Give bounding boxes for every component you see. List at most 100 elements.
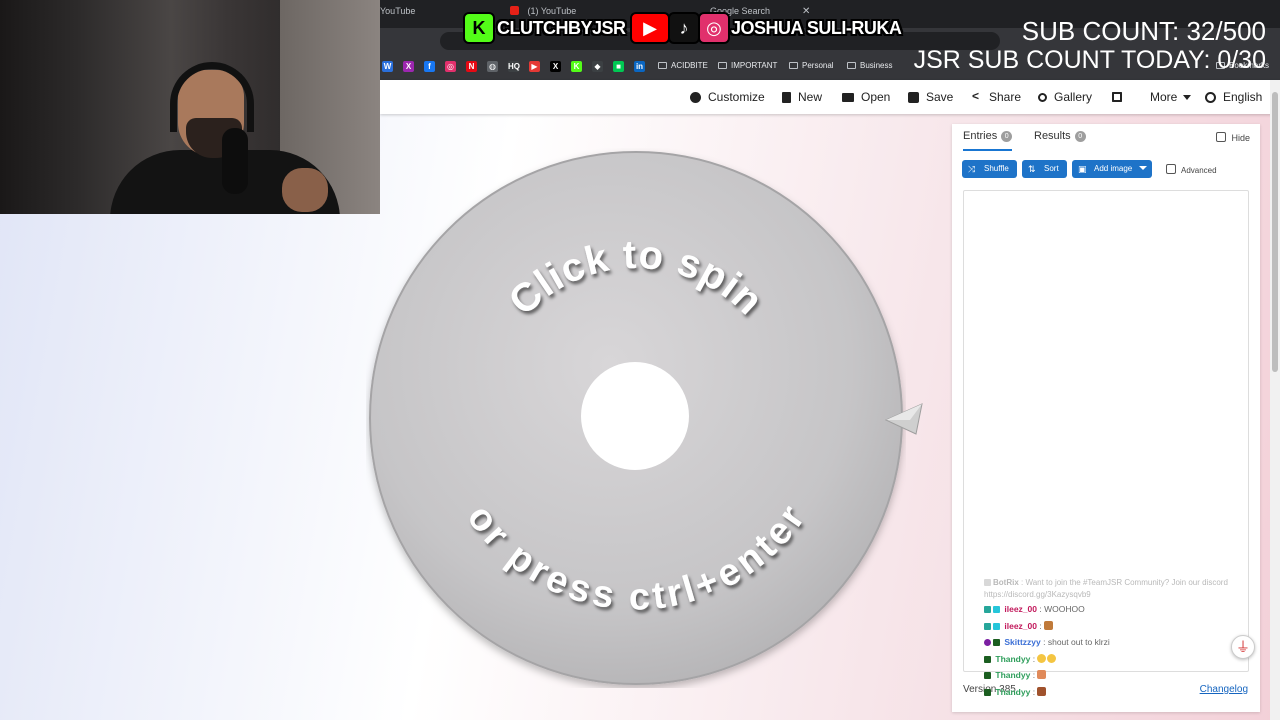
- sub-today-text: JSR SUB COUNT TODAY: 0/30: [913, 46, 1266, 74]
- sort-button[interactable]: ⇅ Sort: [1022, 160, 1067, 178]
- wheel-center-hub[interactable]: [581, 362, 689, 470]
- bookmark-folder-business[interactable]: Business: [847, 61, 892, 70]
- folder-icon: [789, 62, 798, 69]
- new-button[interactable]: New: [782, 80, 822, 114]
- add-image-label: Add image: [1094, 164, 1133, 173]
- share-label: Share: [989, 90, 1022, 104]
- green-app-icon[interactable]: ■: [613, 61, 624, 72]
- kick-x-icon[interactable]: X: [403, 61, 414, 72]
- diamond-icon[interactable]: ◆: [592, 61, 603, 72]
- palette-icon: [690, 91, 701, 103]
- folder-icon: [847, 62, 856, 69]
- chat-text: : shout out to klrzi: [1043, 637, 1110, 647]
- customize-label: Customize: [708, 90, 765, 104]
- chat-username: Skittzzyy: [1004, 637, 1041, 647]
- chat-username: ileez_00: [1004, 620, 1037, 631]
- shuffle-button[interactable]: ⤨ Shuffle: [962, 160, 1017, 178]
- language-menu[interactable]: English: [1205, 80, 1262, 114]
- chat-message: Thandyy :: [984, 667, 1280, 684]
- globe-icon: [1205, 91, 1216, 103]
- save-button[interactable]: Save: [908, 80, 953, 114]
- bookmark-label: ACIDBITE: [671, 61, 708, 70]
- new-label: New: [798, 90, 823, 104]
- netflix-icon[interactable]: N: [466, 61, 477, 72]
- kick-handle: CLUTCHBYJSR: [497, 18, 626, 38]
- emote-icon: [1037, 670, 1047, 679]
- chat-username: BotRix: [993, 578, 1019, 587]
- bot-badge-icon: [984, 579, 991, 586]
- globe-icon[interactable]: ◍: [487, 61, 498, 72]
- linkedin-icon[interactable]: in: [634, 61, 645, 72]
- scrollbar-thumb[interactable]: [1272, 92, 1278, 372]
- folder-icon: [718, 62, 727, 69]
- hq-icon[interactable]: HQ: [508, 61, 520, 72]
- tab-results[interactable]: Results 0: [1034, 130, 1086, 142]
- facebook-icon[interactable]: f: [424, 61, 435, 72]
- chat-message: Thandyy :: [984, 651, 1280, 668]
- chat-username: Thandyy: [995, 686, 1031, 697]
- gift-badge-icon: [993, 606, 1000, 613]
- tab-results-label: Results: [1034, 130, 1071, 142]
- browser-tab[interactable]: YouTube: [380, 6, 415, 22]
- x-twitter-icon[interactable]: X: [550, 61, 561, 72]
- chat-username: Thandyy: [995, 670, 1031, 680]
- search-icon: [1038, 92, 1047, 102]
- tab-label: YouTube: [380, 6, 416, 16]
- instagram-icon: ◎: [698, 12, 730, 44]
- app-toolbar: Customize New Open Save Share Gallery Mo…: [380, 80, 1280, 114]
- shield-icon: [984, 672, 991, 679]
- streamlabs-icon[interactable]: ▶: [529, 61, 540, 72]
- sub-count-text: SUB COUNT: 32/500: [1021, 16, 1266, 46]
- chat-message: ileez_00 :: [984, 618, 1280, 635]
- language-label: English: [1223, 90, 1263, 104]
- stream-chat-overlay: BotRix : Want to join the #TeamJSR Commu…: [984, 577, 1280, 720]
- tab-entries[interactable]: Entries 0: [963, 130, 1013, 151]
- chat-text: :: [1032, 686, 1036, 697]
- emote-icon: [1047, 653, 1057, 663]
- hide-label: Hide: [1231, 133, 1250, 143]
- more-menu[interactable]: More: [1150, 80, 1192, 114]
- share-icon: [971, 89, 982, 103]
- share-button[interactable]: Share: [971, 80, 1021, 114]
- save-label: Save: [926, 90, 954, 104]
- bookmark-acidbite[interactable]: ACIDBITE: [658, 61, 708, 70]
- webcam-person-hand: [282, 168, 328, 212]
- youtube-icon: ▶: [630, 12, 670, 44]
- save-icon: [908, 91, 919, 103]
- w-icon[interactable]: W: [382, 61, 393, 72]
- customize-button[interactable]: Customize: [690, 80, 765, 114]
- chat-message: BotRix : Want to join the #TeamJSR Commu…: [984, 577, 1276, 601]
- gallery-button[interactable]: Gallery: [1038, 80, 1092, 114]
- chat-text: : WOOHOO: [1039, 604, 1085, 614]
- sub-badge-icon: [984, 622, 991, 630]
- kick-icon[interactable]: K: [571, 61, 582, 72]
- close-icon[interactable]: ✕: [802, 6, 810, 17]
- chat-message: Thandyy :: [984, 684, 1280, 701]
- gift-badge-icon: [993, 622, 1000, 630]
- chat-text: :: [1039, 620, 1042, 631]
- shuffle-label: Shuffle: [984, 164, 1009, 173]
- chat-text: :: [1032, 670, 1036, 680]
- emote-icon: [1037, 653, 1047, 663]
- chat-username: Thandyy: [995, 653, 1031, 664]
- spin-wheel[interactable]: Click to spin or press ctrl+enter: [366, 148, 906, 688]
- webcam-feed: [0, 0, 380, 214]
- results-count-badge: 0: [1074, 131, 1086, 142]
- advanced-checkbox[interactable]: [1166, 164, 1176, 174]
- chat-text: :: [1032, 653, 1036, 664]
- bookmark-label: Business: [860, 61, 893, 70]
- hide-checkbox[interactable]: [1216, 132, 1227, 142]
- bookmark-folder-important[interactable]: IMPORTANT: [718, 61, 777, 70]
- advanced-toggle[interactable]: Advanced: [1166, 164, 1217, 175]
- app-icon: [658, 62, 667, 69]
- bookmark-label: Personal: [802, 61, 834, 70]
- fullscreen-button[interactable]: [1112, 80, 1129, 114]
- bookmark-folder-personal[interactable]: Personal: [789, 61, 834, 70]
- wheel-graphic[interactable]: Click to spin or press ctrl+enter: [366, 148, 906, 688]
- instagram-icon[interactable]: ◎: [445, 61, 456, 72]
- open-button[interactable]: Open: [842, 80, 890, 114]
- hide-toggle[interactable]: Hide: [1216, 132, 1250, 143]
- wheel-pointer-icon: [884, 403, 923, 435]
- fullscreen-icon: [1112, 92, 1122, 102]
- add-image-button[interactable]: ▣ Add image: [1072, 160, 1152, 178]
